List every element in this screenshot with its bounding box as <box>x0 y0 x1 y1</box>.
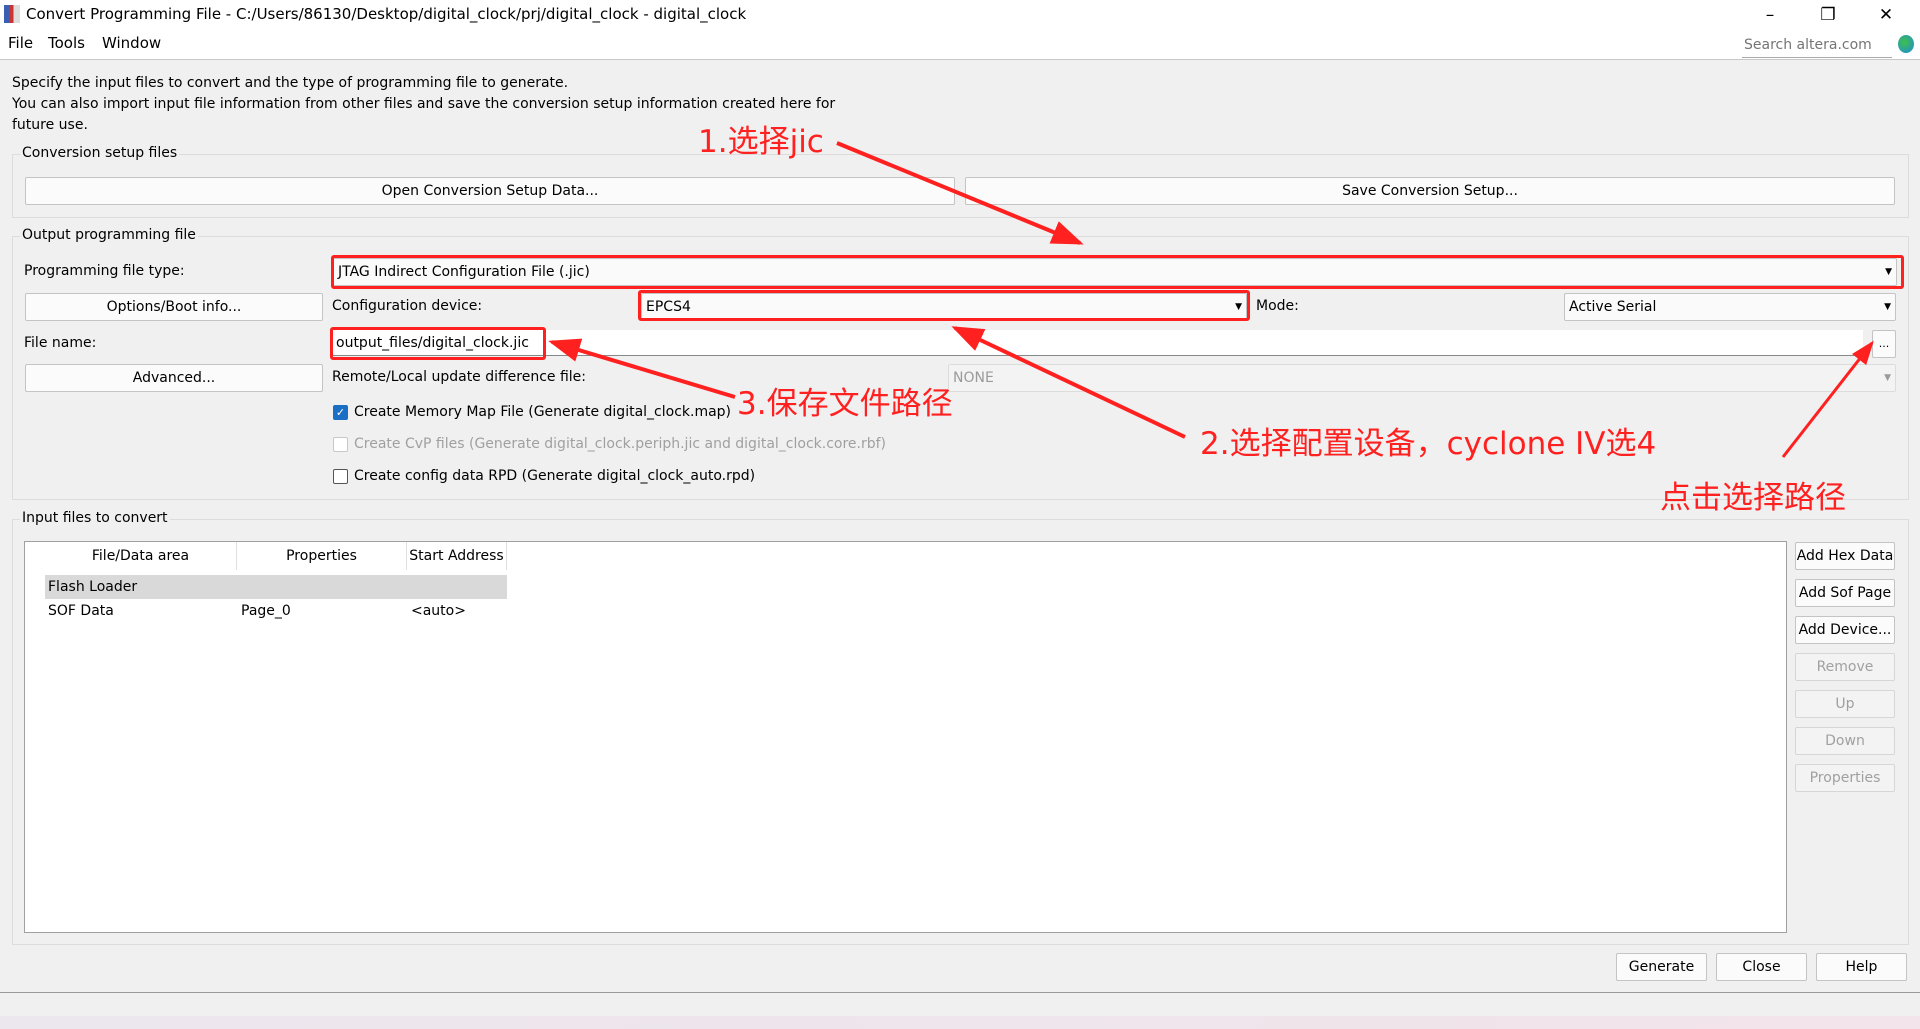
annotation-arrows <box>548 141 1874 458</box>
annotation-4: 点击选择路径 <box>1660 480 1846 516</box>
annotation-2: 2.选择配置设备，cyclone IV选4 <box>1200 426 1657 462</box>
arrow-4 <box>1781 340 1874 458</box>
annotation-1: 1.选择jic <box>698 124 824 160</box>
arrow-2 <box>951 326 1186 439</box>
arrow-3 <box>548 338 736 399</box>
arrow-1 <box>836 141 1084 245</box>
annotation-3: 3.保存文件路径 <box>737 386 953 422</box>
